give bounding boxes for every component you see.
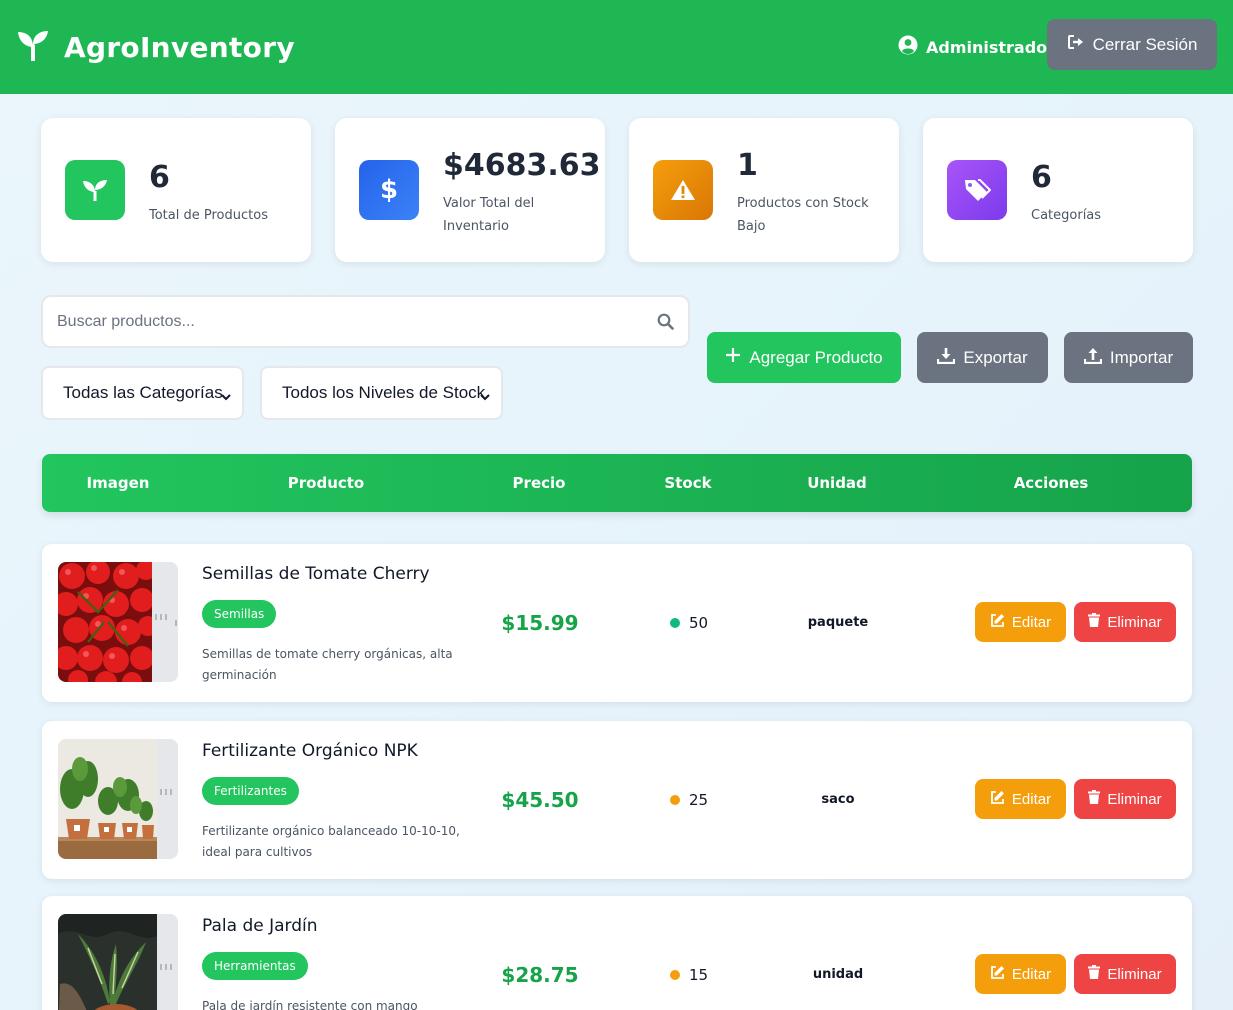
- stock-filter-select[interactable]: Todos los Niveles de Stock: [260, 366, 503, 420]
- stock-status-dot: [670, 795, 680, 805]
- category-badge: Fertilizantes: [202, 777, 299, 805]
- trash-icon: [1088, 965, 1101, 983]
- delete-label: Eliminar: [1107, 965, 1162, 983]
- search-icon[interactable]: [657, 313, 674, 334]
- product-unit: paquete: [807, 615, 869, 630]
- stock-status-dot: [670, 970, 680, 980]
- user-circle-icon: [898, 35, 918, 59]
- stat-value: 1: [737, 148, 758, 183]
- product-name: Pala de Jardín: [202, 916, 318, 936]
- category-filter-select[interactable]: Todas las Categorías: [41, 366, 244, 420]
- edit-button[interactable]: Editar: [975, 779, 1066, 819]
- edit-icon: [990, 790, 1005, 809]
- dollar-icon: $: [359, 160, 419, 220]
- stat-label: Categorías: [1031, 208, 1102, 223]
- trash-icon: [1088, 790, 1101, 808]
- seedling-icon: [65, 160, 125, 220]
- product-description: Fertilizante orgánico balanceado 10-10-1…: [202, 824, 460, 859]
- product-image: [58, 562, 178, 682]
- product-image: [58, 739, 178, 859]
- product-price: $15.99: [501, 611, 579, 635]
- logout-label: Cerrar Sesión: [1092, 34, 1198, 54]
- stat-card-total-products: 6 Total de Productos: [41, 118, 311, 262]
- stat-value: 6: [1031, 160, 1052, 195]
- stock-value: 50: [689, 614, 709, 632]
- edit-label: Editar: [1011, 613, 1052, 631]
- column-header-unit[interactable]: Unidad: [807, 474, 867, 492]
- product-description: Semillas de tomate cherry orgánicas, alt…: [202, 647, 453, 682]
- delete-button[interactable]: Eliminar: [1074, 779, 1176, 819]
- stock-indicator: 25: [670, 791, 708, 809]
- chevron-down-icon: [220, 387, 232, 407]
- stat-label: Productos con Stock Bajo: [737, 196, 869, 234]
- edit-label: Editar: [1011, 790, 1052, 808]
- stat-label: Valor Total del Inventario: [443, 196, 535, 234]
- search-input[interactable]: [57, 311, 637, 333]
- app-title: AgroInventory: [64, 30, 295, 64]
- import-label: Importar: [1109, 347, 1174, 367]
- stock-indicator: 15: [670, 966, 708, 984]
- brand[interactable]: AgroInventory: [16, 29, 295, 65]
- seedling-icon: [16, 29, 50, 65]
- edit-button[interactable]: Editar: [975, 602, 1066, 642]
- tags-icon: [947, 160, 1007, 220]
- product-name: Semillas de Tomate Cherry: [202, 564, 430, 584]
- user-name: Administrador: [926, 37, 1056, 57]
- column-header-price[interactable]: Precio: [513, 474, 566, 492]
- edit-label: Editar: [1011, 965, 1052, 983]
- product-price: $28.75: [501, 963, 579, 987]
- stat-card-inventory-value: $ $4683.63 Valor Total del Inventario: [335, 118, 605, 262]
- chevron-down-icon: [479, 387, 491, 407]
- edit-icon: [990, 613, 1005, 632]
- plus-icon: [725, 347, 741, 368]
- column-header-image[interactable]: Imagen: [87, 474, 150, 492]
- table-row: Semillas de Tomate Cherry Semillas Semil…: [42, 544, 1192, 702]
- export-label: Exportar: [963, 347, 1028, 367]
- user-menu[interactable]: Administrador: [898, 35, 1055, 59]
- search-box: [41, 295, 690, 348]
- stock-value: 15: [689, 966, 709, 984]
- table-row: Fertilizante Orgánico NPK Fertilizantes …: [42, 721, 1192, 879]
- stock-filter-value: Todos los Niveles de Stock: [282, 383, 486, 402]
- warning-icon: [653, 160, 713, 220]
- column-header-product[interactable]: Producto: [288, 474, 364, 492]
- stat-value: 6: [149, 160, 170, 195]
- delete-label: Eliminar: [1107, 613, 1162, 631]
- delete-label: Eliminar: [1107, 790, 1162, 808]
- column-header-stock[interactable]: Stock: [664, 474, 711, 492]
- table-header: Imagen Producto Precio Stock Unidad Acci…: [42, 454, 1192, 512]
- logout-button[interactable]: Cerrar Sesión: [1047, 19, 1217, 70]
- column-header-actions[interactable]: Acciones: [1014, 474, 1089, 492]
- stock-value: 25: [689, 791, 709, 809]
- download-icon: [937, 347, 956, 369]
- stock-indicator: 50: [670, 614, 708, 632]
- product-description: Pala de jardín resistente con mango: [202, 999, 418, 1010]
- add-product-label: Agregar Producto: [749, 347, 883, 367]
- stat-label: Total de Productos: [149, 208, 268, 223]
- product-unit: saco: [821, 792, 855, 807]
- sign-out-icon: [1067, 34, 1085, 55]
- export-button[interactable]: Exportar: [917, 332, 1048, 383]
- edit-button[interactable]: Editar: [975, 954, 1066, 994]
- import-button[interactable]: Importar: [1064, 332, 1193, 383]
- product-price: $45.50: [501, 788, 579, 812]
- product-image: [58, 914, 178, 1010]
- delete-button[interactable]: Eliminar: [1074, 602, 1176, 642]
- table-row: Pala de Jardín Herramientas Pala de jard…: [42, 896, 1192, 1010]
- product-name: Fertilizante Orgánico NPK: [202, 741, 418, 761]
- edit-icon: [990, 965, 1005, 984]
- stock-status-dot: [670, 618, 680, 628]
- stat-value: $4683.63: [443, 148, 601, 183]
- stat-card-categories: 6 Categorías: [923, 118, 1193, 262]
- delete-button[interactable]: Eliminar: [1074, 954, 1176, 994]
- product-unit: unidad: [812, 967, 864, 982]
- category-badge: Herramientas: [202, 952, 308, 980]
- top-navbar: AgroInventory Administrador Cerrar Sesió…: [0, 0, 1233, 94]
- stat-card-low-stock: 1 Productos con Stock Bajo: [629, 118, 899, 262]
- category-filter-value: Todas las Categorías: [63, 383, 223, 402]
- trash-icon: [1088, 613, 1101, 631]
- category-badge: Semillas: [202, 600, 277, 628]
- upload-icon: [1083, 347, 1102, 369]
- add-product-button[interactable]: Agregar Producto: [707, 332, 901, 383]
